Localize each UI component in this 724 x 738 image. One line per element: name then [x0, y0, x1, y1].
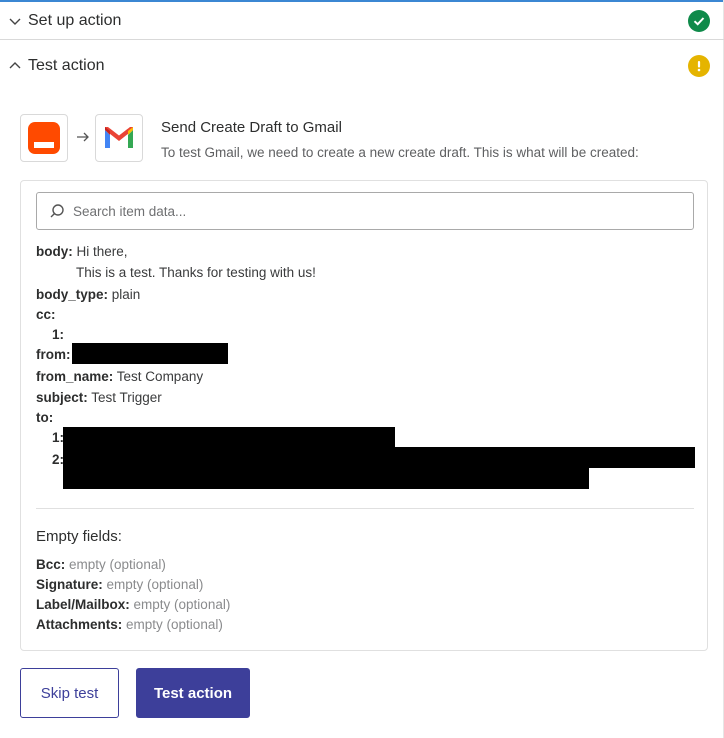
action-description: To test Gmail, we need to create a new c…	[161, 145, 639, 160]
field-key: 1:	[52, 327, 65, 342]
field-body: body: Hi there,	[36, 244, 128, 259]
divider	[36, 508, 694, 509]
field-value: Hi there,	[76, 244, 128, 259]
section-setup-action[interactable]: Set up action	[0, 2, 724, 40]
field-key: subject:	[36, 390, 88, 405]
field-value: Test Company	[116, 369, 204, 384]
field-subject: subject: Test Trigger	[36, 390, 162, 405]
section-title: Test action	[28, 57, 105, 74]
skip-test-button[interactable]: Skip test	[20, 668, 119, 718]
field-cc-1: 1:	[52, 327, 64, 342]
redaction-block	[63, 447, 695, 468]
field-key: Label/Mailbox:	[36, 597, 130, 612]
field-key: body:	[36, 244, 73, 259]
field-value: empty (optional)	[69, 557, 166, 572]
empty-field-row: Signature: empty (optional)	[36, 577, 203, 592]
field-value: empty (optional)	[133, 597, 231, 612]
empty-field-row: Bcc: empty (optional)	[36, 557, 166, 572]
field-key: Attachments:	[36, 617, 123, 632]
field-key: Bcc:	[36, 557, 66, 572]
redaction-block	[63, 427, 395, 448]
section-title: Set up action	[28, 11, 122, 29]
empty-fields-heading: Empty fields:	[36, 528, 122, 545]
section-test-action[interactable]: Test action	[0, 48, 724, 84]
field-key: body_type:	[36, 287, 109, 302]
trigger-app-icon	[20, 114, 68, 162]
field-from-name: from_name: Test Company	[36, 369, 203, 384]
field-key: Signature:	[36, 577, 103, 592]
arrow-right-icon	[77, 132, 89, 142]
field-value: empty (optional)	[126, 617, 223, 632]
field-body-type: body_type: plain	[36, 287, 140, 302]
field-key: from:	[36, 347, 71, 362]
test-data-card: body: Hi there, This is a test. Thanks f…	[20, 180, 708, 651]
field-value: plain	[111, 287, 141, 302]
chevron-up-icon	[9, 62, 21, 69]
gmail-icon	[95, 114, 143, 162]
empty-field-row: Label/Mailbox: empty (optional)	[36, 597, 230, 612]
search-input[interactable]	[71, 202, 661, 220]
field-key: to:	[36, 410, 54, 425]
field-from: from:	[36, 347, 71, 362]
check-circle-icon	[688, 10, 710, 32]
field-to: to:	[36, 410, 53, 425]
warning-icon	[688, 55, 710, 77]
field-key: cc:	[36, 307, 56, 322]
redaction-block	[63, 466, 589, 489]
field-body-line2: This is a test. Thanks for testing with …	[76, 265, 316, 280]
field-value: Test Trigger	[91, 390, 162, 405]
field-cc: cc:	[36, 307, 56, 322]
field-value: empty (optional)	[106, 577, 204, 592]
chevron-down-icon	[9, 18, 21, 25]
field-key: from_name:	[36, 369, 114, 384]
search-box[interactable]	[36, 192, 694, 230]
search-icon	[50, 204, 64, 218]
test-action-button[interactable]: Test action	[136, 668, 250, 718]
redaction-block	[72, 343, 228, 364]
action-title: Send Create Draft to Gmail	[161, 119, 342, 136]
field-value: This is a test. Thanks for testing with …	[76, 265, 316, 280]
empty-field-row: Attachments: empty (optional)	[36, 617, 223, 632]
